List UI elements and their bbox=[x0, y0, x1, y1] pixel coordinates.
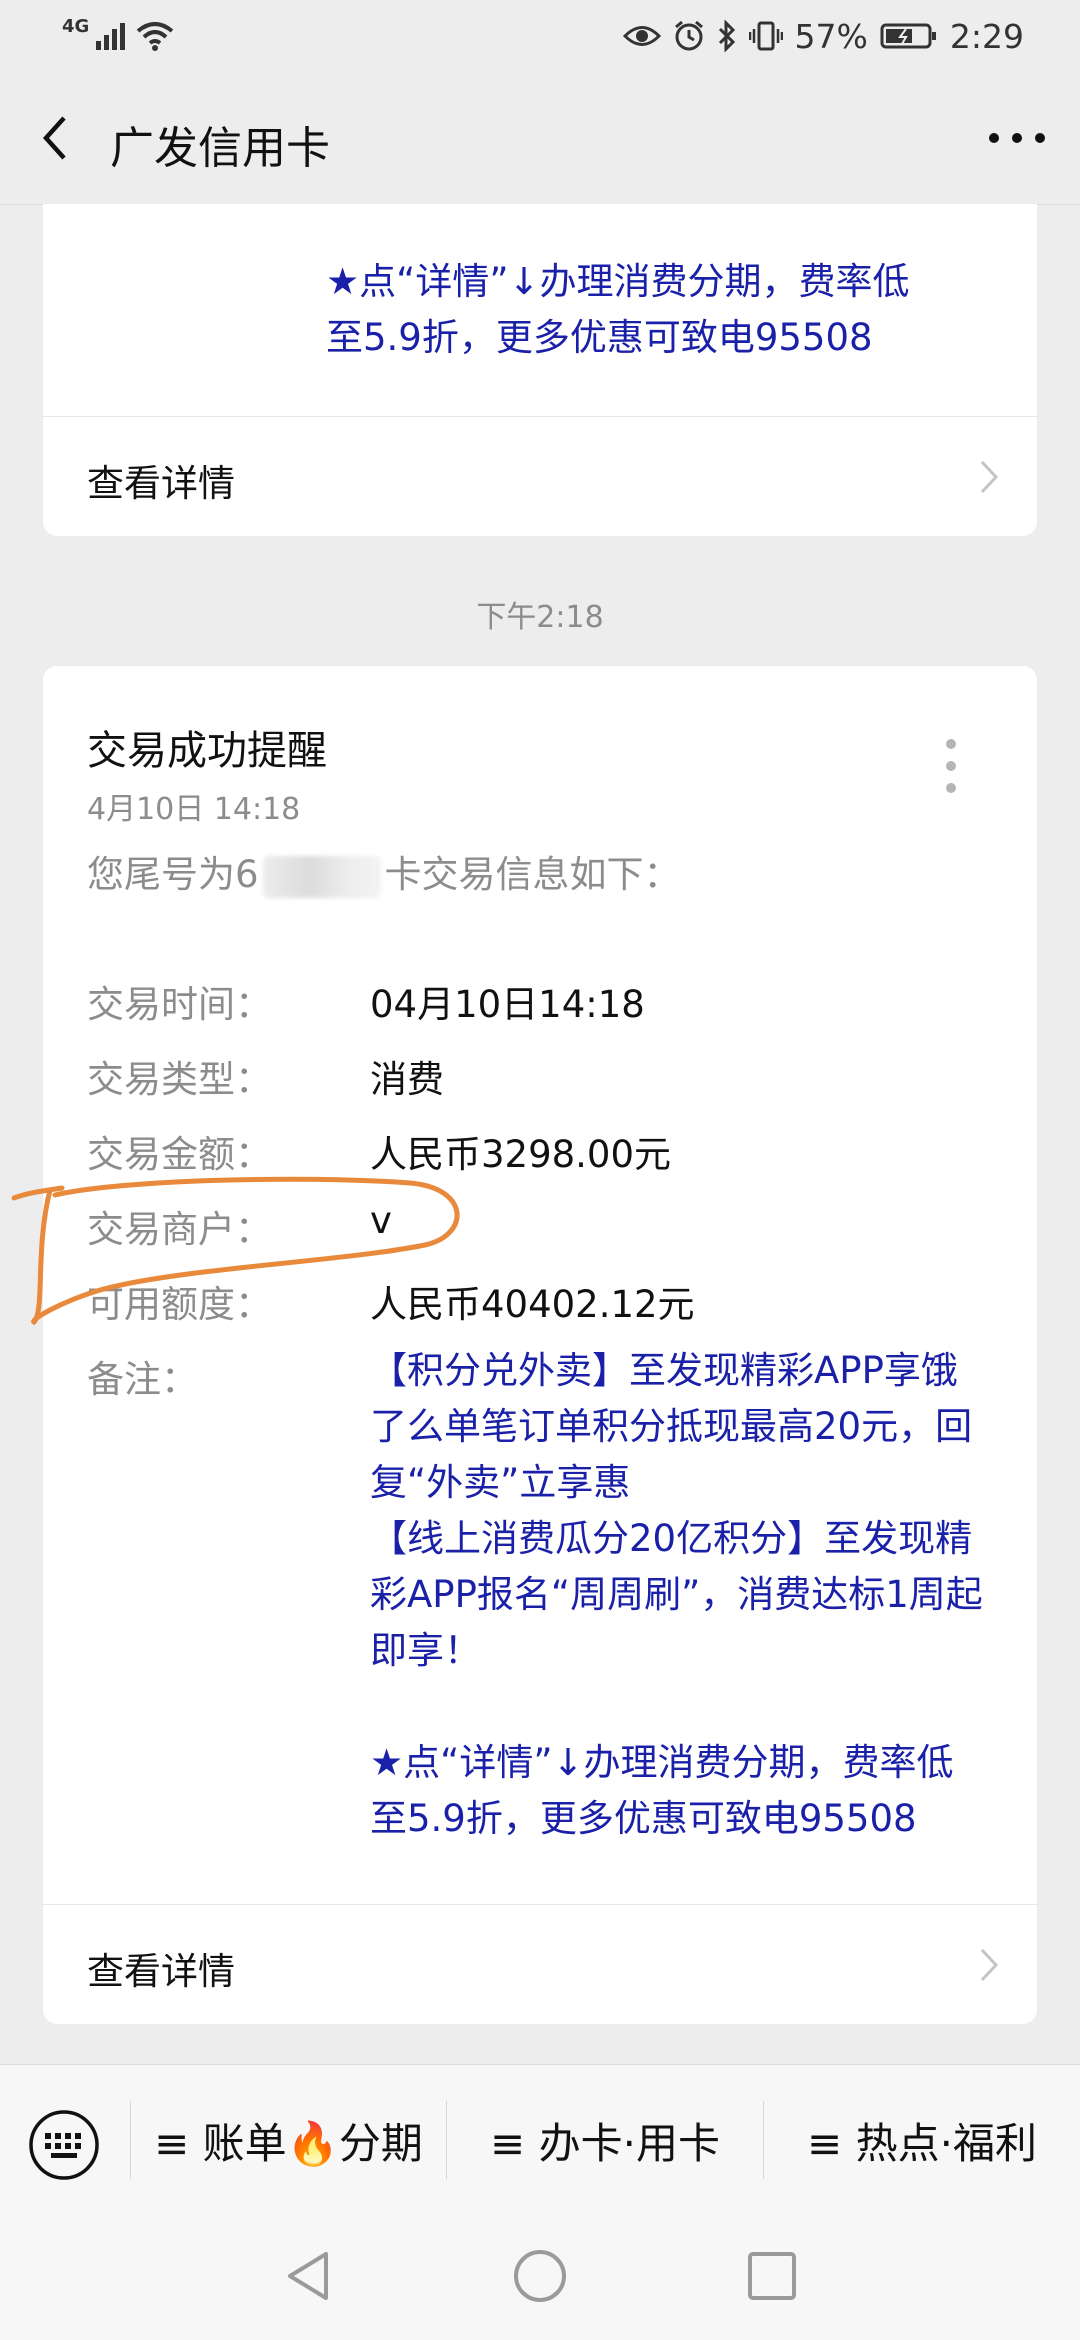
notes-line: 复“外卖”立享惠 bbox=[370, 1461, 631, 1504]
vibrate-icon bbox=[748, 20, 783, 52]
bluetooth-icon bbox=[717, 20, 737, 52]
intro-card-digit: 6 bbox=[235, 853, 259, 896]
alarm-icon bbox=[673, 20, 705, 52]
field-value: 消费 bbox=[370, 1058, 444, 1101]
field-label: 交易商户： bbox=[87, 1208, 272, 1251]
more-dots-icon bbox=[989, 133, 1045, 143]
network-type: 4G bbox=[62, 15, 90, 37]
status-bar: 4G 57% 2:29 bbox=[0, 0, 1080, 72]
clock-time: 2:29 bbox=[949, 16, 1024, 56]
menu-card-apply-use[interactable]: ≡ 办卡·用卡 bbox=[447, 2065, 763, 2215]
message-intro: 您尾号为6 卡交易信息如下： bbox=[87, 844, 681, 898]
menu-hot-benefits[interactable]: ≡ 热点·福利 bbox=[764, 2065, 1080, 2215]
battery-icon bbox=[880, 22, 938, 50]
keyboard-icon bbox=[29, 2110, 99, 2180]
message-date: 4月10日 14:18 bbox=[87, 792, 301, 827]
notes-line: 了么单笔订单积分抵现最高20元，回 bbox=[370, 1405, 973, 1448]
title-bar: 广发信用卡 bbox=[0, 72, 1080, 205]
notes-line: 至5.9折，更多优惠可致电95508 bbox=[370, 1797, 917, 1840]
field-label: 交易时间： bbox=[87, 983, 272, 1026]
view-details-label: 查看详情 bbox=[87, 1950, 235, 1993]
chevron-left-icon bbox=[42, 116, 66, 160]
notes-line bbox=[370, 1679, 1020, 1735]
page-title: 广发信用卡 bbox=[110, 123, 330, 174]
notes-text: 【积分兑外卖】至发现精彩APP享饿 了么单笔订单积分抵现最高20元，回 复“外卖… bbox=[370, 1343, 1020, 1847]
notes-line: 【线上消费瓜分20亿积分】至发现精 bbox=[370, 1517, 973, 1560]
field-value: 人民币40402.12元 bbox=[370, 1283, 695, 1326]
field-value: v bbox=[370, 1199, 392, 1242]
battery-percent: 57% bbox=[794, 16, 868, 56]
status-left: 4G bbox=[62, 14, 175, 58]
notes-line: 彩APP报名“周周刷”，消费达标1周起 bbox=[370, 1573, 983, 1616]
field-row-notes: 备注： 【积分兑外卖】至发现精彩APP享饿 了么单笔订单积分抵现最高20元，回 … bbox=[87, 1349, 1007, 1840]
field-value: 04月10日14:18 bbox=[370, 983, 645, 1026]
card-menu-icon[interactable] bbox=[945, 736, 957, 796]
notes-line: ★点“详情”↓办理消费分期，费率低 bbox=[370, 1741, 954, 1784]
chevron-right-icon bbox=[980, 1948, 999, 1982]
previous-view-details-link[interactable]: 查看详情 bbox=[43, 416, 1037, 537]
notes-line: 即享！ bbox=[370, 1629, 481, 1672]
field-label: 交易类型： bbox=[87, 1058, 272, 1101]
back-button[interactable] bbox=[28, 108, 88, 168]
field-label: 交易金额： bbox=[87, 1133, 272, 1176]
bottom-menu-bar: ≡ 账单🔥分期 ≡ 办卡·用卡 ≡ 热点·福利 bbox=[0, 2064, 1080, 2215]
system-navigation-bar bbox=[0, 2214, 1080, 2340]
chevron-right-icon bbox=[980, 460, 999, 494]
nav-recents-icon[interactable] bbox=[742, 2246, 802, 2306]
wifi-icon bbox=[135, 20, 175, 52]
previous-promo-text: ★点“详情”↓办理消费分期，费率低 至5.9折，更多优惠可致电95508 bbox=[326, 254, 910, 366]
field-label: 备注： bbox=[87, 1358, 198, 1401]
message-title: 交易成功提醒 bbox=[87, 728, 327, 774]
message-timestamp: 下午2:18 bbox=[476, 600, 604, 635]
keyboard-toggle-button[interactable] bbox=[26, 2107, 102, 2183]
intro-text: 卡交易信息如下： bbox=[384, 853, 681, 896]
promo-line: ★点“详情”↓办理消费分期，费率低 bbox=[326, 260, 910, 303]
signal-icon bbox=[95, 21, 129, 51]
notes-line: 【积分兑外卖】至发现精彩APP享饿 bbox=[370, 1349, 958, 1392]
view-details-label: 查看详情 bbox=[87, 462, 235, 505]
nav-home-icon[interactable] bbox=[510, 2246, 570, 2306]
menu-bill-installment[interactable]: ≡ 账单🔥分期 bbox=[131, 2065, 446, 2215]
previous-message-card: ★点“详情”↓办理消费分期，费率低 至5.9折，更多优惠可致电95508 查看详… bbox=[43, 204, 1037, 536]
intro-text: 您尾号为 bbox=[87, 853, 235, 896]
field-value: 人民币3298.00元 bbox=[370, 1133, 672, 1176]
field-label: 可用额度： bbox=[87, 1283, 272, 1326]
redacted-card-number bbox=[262, 855, 381, 898]
status-right: 57% 2:29 bbox=[622, 14, 1024, 58]
promo-line: 至5.9折，更多优惠可致电95508 bbox=[326, 316, 873, 359]
more-options-button[interactable] bbox=[982, 108, 1052, 168]
nav-back-icon[interactable] bbox=[278, 2246, 338, 2306]
transaction-message-card: 交易成功提醒 4月10日 14:18 您尾号为6 卡交易信息如下： 交易时间： 0… bbox=[43, 666, 1037, 2024]
view-details-link[interactable]: 查看详情 bbox=[43, 1904, 1037, 2025]
eye-icon bbox=[622, 23, 661, 49]
